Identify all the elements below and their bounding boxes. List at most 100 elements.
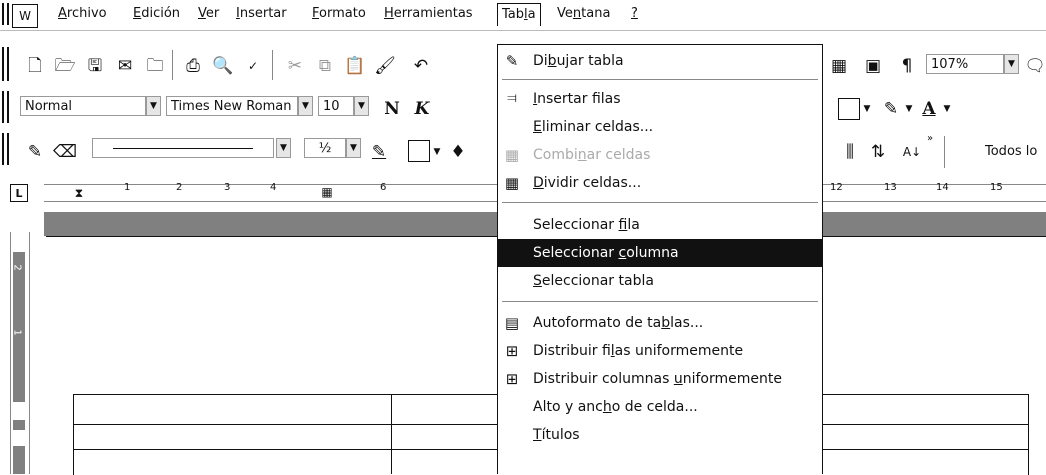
print-icon[interactable]: ⎙ — [180, 52, 206, 80]
menu-item-seleccionar-tabla[interactable]: Seleccionar tabla — [498, 267, 822, 295]
line-weight-dropdown-icon[interactable]: ▼ — [346, 138, 361, 158]
borders-dropdown-icon[interactable]: ▼ — [862, 96, 872, 122]
menu-item-seleccionar-columna[interactable]: Seleccionar columna — [498, 239, 822, 267]
column-marker-icon[interactable]: ▦ — [320, 184, 334, 200]
distribute-columns-icon[interactable]: ⫼ — [838, 138, 862, 166]
border-dropdown-icon[interactable]: ▼ — [432, 138, 442, 166]
toolbar-grip[interactable] — [2, 3, 9, 25]
show-hide-icon[interactable]: ¶ — [896, 52, 918, 80]
text-direction-icon[interactable]: ⇅ — [866, 138, 890, 166]
document-map-icon[interactable]: ▣ — [860, 52, 886, 80]
highlight-dropdown-icon[interactable]: ▼ — [904, 96, 914, 122]
paste-icon[interactable]: 📋 — [342, 52, 368, 80]
border-color-icon[interactable]: ✎ — [366, 138, 392, 166]
new-document-icon[interactable]: 🗋 — [22, 52, 48, 80]
tab-selector-icon[interactable]: L — [10, 184, 28, 202]
menu-item-alto-ancho[interactable]: Alto y ancho de celda... — [498, 393, 822, 421]
menu-item-dividir-celdas[interactable]: ▦ Dividir celdas... — [498, 169, 822, 197]
toolbar-grip[interactable] — [2, 91, 9, 123]
menu-ventana[interactable]: Ventana — [553, 3, 614, 25]
more-buttons-icon[interactable]: » — [924, 132, 936, 146]
menu-item-titulos[interactable]: Títulos — [498, 421, 822, 449]
ruler-number: 4 — [270, 182, 277, 193]
menu-help[interactable]: ? — [627, 3, 642, 25]
style-dropdown-icon[interactable]: ▼ — [146, 96, 161, 116]
menu-insertar[interactable]: Insertar — [232, 3, 291, 25]
highlight-icon[interactable]: ✎ — [880, 96, 902, 122]
menu-item-label: Autoformato de tablas... — [533, 315, 704, 331]
zoom-dropdown-icon[interactable]: ▼ — [1004, 54, 1019, 74]
menu-item-insertar-filas[interactable]: ⫤ Insertar filas — [498, 85, 822, 113]
font-dropdown-icon[interactable]: ▼ — [298, 96, 313, 116]
font-combo[interactable]: Times New Roman — [166, 96, 298, 116]
undo-icon[interactable]: ↶ — [408, 52, 434, 80]
font-color-dropdown-icon[interactable]: ▼ — [942, 96, 952, 122]
insert-excel-icon[interactable]: ▦ — [826, 52, 852, 80]
menu-archivo-label: rchivo — [66, 6, 107, 21]
ruler-number: 14 — [936, 182, 949, 193]
spelling-icon[interactable]: ✓ — [240, 52, 266, 80]
menu-archivo[interactable]: Archivo — [54, 3, 111, 25]
ruler-number: 15 — [990, 182, 1003, 193]
line-style-combo[interactable] — [92, 138, 274, 158]
left-indent-marker-icon[interactable]: ⧗ — [72, 182, 86, 204]
web-folder-icon[interactable]: 🗀 — [142, 52, 168, 80]
line-style-dropdown-icon[interactable]: ▼ — [276, 138, 291, 158]
style-combo[interactable]: Normal — [20, 96, 146, 116]
draw-table-pencil-icon[interactable]: ✎ — [22, 138, 48, 166]
borders-icon[interactable] — [838, 98, 860, 120]
toolbar-grip[interactable] — [2, 133, 9, 165]
menu-edicion[interactable]: Edición — [129, 3, 184, 25]
font-size-combo[interactable]: 10 — [318, 96, 354, 116]
copy-icon[interactable]: ⧉ — [312, 52, 338, 80]
cut-icon[interactable]: ✂ — [282, 52, 308, 80]
zoom-combo[interactable]: 107% — [926, 54, 1004, 74]
menu-item-eliminar-celdas[interactable]: Eliminar celdas... — [498, 113, 822, 141]
menu-item-dibujar-tabla[interactable]: ✎ Dibujar tabla — [498, 47, 822, 75]
eraser-icon[interactable]: ⌫ — [52, 138, 78, 166]
menu-item-label: Distribuir columnas uniformemente — [533, 371, 782, 387]
format-painter-icon[interactable]: 🖌 — [372, 52, 398, 80]
toolbar-grip[interactable] — [2, 47, 9, 81]
open-folder-icon[interactable]: 🗁 — [52, 52, 78, 80]
menu-bar: W Archivo Edición Ver Insertar Formato H… — [0, 0, 1046, 31]
vertical-ruler-number: 1 — [11, 329, 23, 336]
zoom-value: 107% — [931, 57, 969, 72]
menu-item-autoformato[interactable]: ▤ Autoformato de tablas... — [498, 309, 822, 337]
menu-tabla[interactable]: Tabla — [497, 3, 541, 26]
italic-icon[interactable]: K — [410, 96, 434, 122]
menu-item-label: Dividir celdas... — [533, 175, 642, 191]
menu-separator — [502, 202, 818, 203]
word-document-icon[interactable]: W — [12, 4, 38, 28]
insert-rows-icon: ⫤ — [507, 91, 517, 106]
ruler-number: 2 — [176, 182, 183, 193]
print-preview-icon[interactable]: 🔍 — [210, 52, 236, 80]
vertical-ruler-dark — [13, 446, 25, 474]
menu-item-label: Alto y ancho de celda... — [533, 399, 698, 415]
menu-item-distribuir-columnas[interactable]: ⊞ Distribuir columnas uniformemente — [498, 365, 822, 393]
font-color-icon[interactable]: A — [918, 96, 940, 122]
line-style-sample — [113, 148, 253, 149]
office-assistant-icon[interactable]: 🗨 — [1024, 52, 1046, 80]
border-icon[interactable] — [408, 140, 430, 162]
ruler-number: 1 — [124, 182, 131, 193]
vertical-ruler-dark — [13, 252, 25, 402]
email-icon[interactable]: ✉ — [112, 52, 138, 80]
save-icon[interactable]: 🖫 — [82, 52, 108, 80]
shading-icon[interactable]: ♦ — [446, 138, 470, 166]
line-weight-combo[interactable]: ½ — [304, 138, 346, 158]
font-size-dropdown-icon[interactable]: ▼ — [354, 96, 369, 116]
menu-herramientas[interactable]: Herramientas — [380, 3, 477, 25]
menu-item-distribuir-filas[interactable]: ⊞ Distribuir filas uniformemente — [498, 337, 822, 365]
bold-icon[interactable]: N — [380, 96, 404, 122]
menu-item-seleccionar-fila[interactable]: Seleccionar fila — [498, 211, 822, 239]
menu-item-label: Eliminar celdas... — [533, 119, 654, 135]
sort-label[interactable]: Todos lo — [985, 144, 1037, 159]
menu-ver[interactable]: Ver — [194, 3, 223, 25]
vertical-ruler-dark — [13, 420, 25, 430]
menu-item-combinar-celdas[interactable]: ▦ Combinar celdas — [498, 141, 822, 169]
menu-item-label: Seleccionar columna — [533, 245, 679, 261]
toolbar-separator — [172, 50, 173, 80]
menu-formato[interactable]: Formato — [308, 3, 370, 25]
sort-ascending-icon[interactable]: A↓ — [900, 138, 924, 166]
